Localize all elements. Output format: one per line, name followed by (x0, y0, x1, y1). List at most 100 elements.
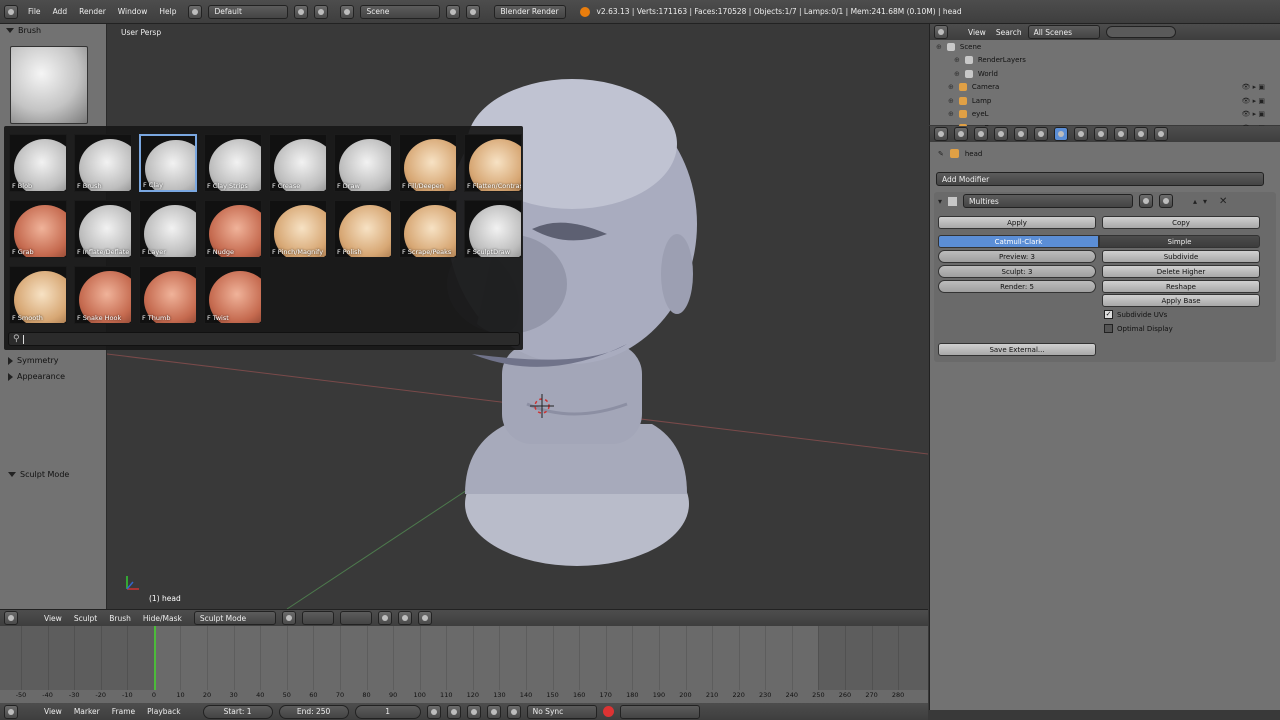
tab-scene-icon[interactable] (974, 127, 988, 141)
display-mode-select[interactable]: All Scenes (1027, 25, 1100, 39)
current-frame-marker[interactable] (153, 626, 156, 690)
expand-icon[interactable]: ⊕ (954, 56, 960, 64)
outliner-row-world[interactable]: ⊕ World (930, 67, 1280, 80)
panel-symmetry[interactable]: Symmetry (2, 354, 64, 367)
layers-grid-b[interactable] (339, 611, 372, 625)
tab-constraints-icon[interactable] (1034, 127, 1048, 141)
subdivide-uvs-checkbox[interactable]: ✓ Subdivide UVs (1104, 310, 1167, 319)
tab-texture-icon[interactable] (1114, 127, 1128, 141)
tab-material-icon[interactable] (1094, 127, 1108, 141)
scene-icon[interactable] (340, 4, 355, 19)
tab-object-icon[interactable] (1014, 127, 1028, 141)
visibility-icons[interactable]: 👁 ▸ ▣ (1242, 83, 1265, 91)
add-modifier-select[interactable]: Add Modifier (936, 172, 1264, 186)
remove-layout-icon[interactable] (314, 4, 329, 19)
expand-icon[interactable]: ⊕ (948, 83, 954, 91)
brush-tile-draw[interactable]: F Draw (334, 134, 392, 192)
info-editor-icon[interactable] (4, 4, 18, 19)
brush-tile-clay[interactable]: F Clay (139, 134, 197, 192)
outliner-row-renderlayers[interactable]: ⊕ RenderLayers (930, 54, 1280, 67)
brush-panel-header[interactable]: Brush (0, 24, 106, 37)
tab-world-icon[interactable] (994, 127, 1008, 141)
outliner-row-eyel[interactable]: ⊕ eyeL 👁 ▸ ▣ (930, 108, 1280, 121)
editor-type-icon[interactable] (4, 611, 18, 625)
tab-physics-icon[interactable] (1154, 127, 1168, 141)
expand-icon[interactable]: ⊕ (936, 43, 942, 51)
tab-data-icon[interactable] (1074, 127, 1088, 141)
menu-render[interactable]: Render (79, 7, 106, 16)
outliner-row-lamp[interactable]: ⊕ Lamp 👁 ▸ ▣ (930, 94, 1280, 107)
end-frame-field[interactable]: End: 250 (278, 704, 349, 719)
brush-tile-scrape-peaks[interactable]: F Scrape/Peaks (399, 200, 457, 258)
brush-tile-sculptdraw[interactable]: F SculptDraw (464, 200, 522, 258)
render-anim-icon[interactable] (397, 611, 412, 625)
brush-tile-nudge[interactable]: F Nudge (204, 200, 262, 258)
menu-window[interactable]: Window (118, 7, 148, 16)
current-frame-field[interactable]: 1 (354, 704, 421, 719)
overlay-icon[interactable] (417, 611, 432, 625)
expand-icon[interactable]: ⊕ (954, 70, 960, 78)
menu-frame[interactable]: Frame (112, 707, 135, 716)
tab-particles-icon[interactable] (1134, 127, 1148, 141)
preview-levels-field[interactable]: Preview: 3 (938, 250, 1096, 263)
show-render-icon[interactable] (1139, 194, 1154, 208)
visibility-icons[interactable]: 👁 ▸ ▣ (1242, 110, 1265, 118)
brush-tile-brush[interactable]: F Brush (74, 134, 132, 192)
outliner-row-camera[interactable]: ⊕ Camera 👁 ▸ ▣ (930, 81, 1280, 94)
sync-select[interactable]: No Sync (526, 704, 597, 719)
brush-tile-fill-deepen[interactable]: F Fill/Deepen (399, 134, 457, 192)
brush-search-field[interactable]: ⚲ (8, 332, 520, 346)
brush-tile-layer[interactable]: F Layer (139, 200, 197, 258)
brush-tile-twist[interactable]: F Twist (204, 266, 262, 324)
menu-add[interactable]: Add (53, 7, 68, 16)
properties-editor-icon[interactable] (934, 127, 948, 141)
show-viewport-icon[interactable] (1159, 194, 1174, 208)
prev-key-icon[interactable] (446, 704, 461, 719)
save-external-button[interactable]: Save External... (938, 343, 1096, 356)
apply-button[interactable]: Apply (938, 216, 1096, 229)
brush-tile-thumb[interactable]: F Thumb (139, 266, 197, 324)
start-frame-field[interactable]: Start: 1 (202, 704, 273, 719)
menu-playback[interactable]: Playback (147, 707, 180, 716)
menu-view[interactable]: View (44, 614, 62, 623)
outliner-search-field[interactable] (1105, 26, 1176, 38)
optimal-display-checkbox[interactable]: Optimal Display (1104, 324, 1173, 333)
reshape-button[interactable]: Reshape (1102, 280, 1260, 293)
menu-brush[interactable]: Brush (109, 614, 131, 623)
panel-sculpt-mode[interactable]: Sculpt Mode (2, 468, 75, 481)
visibility-icons[interactable]: 👁 ▸ ▣ (1242, 97, 1265, 105)
render-icon[interactable] (377, 611, 392, 625)
menu-hide-mask[interactable]: Hide/Mask (143, 614, 182, 623)
render-engine-select[interactable]: Blender Render (494, 4, 567, 19)
panel-appearance[interactable]: Appearance (2, 370, 71, 383)
keying-set-field[interactable] (619, 704, 700, 719)
delete-higher-button[interactable]: Delete Higher (1102, 265, 1260, 278)
mode-select[interactable]: Sculpt Mode (193, 611, 276, 625)
add-scene-icon[interactable] (446, 4, 461, 19)
move-down-icon[interactable]: ▾ (1203, 197, 1207, 206)
add-layout-icon[interactable] (294, 4, 309, 19)
modifier-name-field[interactable]: Multires (963, 194, 1134, 208)
layout-icon[interactable] (188, 4, 203, 19)
timeline-area[interactable]: -50 -40 -30 -20 -10 0 10 20 30 40 50 60 70 80 90 100 110… (0, 626, 928, 703)
apply-base-button[interactable]: Apply Base (1102, 294, 1260, 307)
menu-file[interactable]: File (28, 7, 41, 16)
next-key-icon[interactable] (486, 704, 501, 719)
menu-view[interactable]: View (968, 28, 986, 37)
render-levels-field[interactable]: Render: 5 (938, 280, 1096, 293)
current-brush-preview[interactable] (10, 46, 88, 124)
expand-icon[interactable]: ⊕ (948, 97, 954, 105)
menu-view[interactable]: View (44, 707, 62, 716)
shading-icon[interactable] (281, 611, 296, 625)
play-icon[interactable] (466, 704, 481, 719)
brush-tile-smooth[interactable]: F Smooth (9, 266, 67, 324)
scene-select[interactable]: Scene (360, 4, 441, 19)
brush-tile-clay-strips[interactable]: F Clay Strips (204, 134, 262, 192)
jump-end-icon[interactable] (506, 704, 521, 719)
menu-marker[interactable]: Marker (74, 707, 100, 716)
brush-tile-blob[interactable]: F Blob (9, 134, 67, 192)
tab-modifiers-icon[interactable] (1054, 127, 1068, 141)
record-icon[interactable] (602, 706, 614, 717)
menu-search[interactable]: Search (996, 28, 1022, 37)
brush-tile-grab[interactable]: F Grab (9, 200, 67, 258)
